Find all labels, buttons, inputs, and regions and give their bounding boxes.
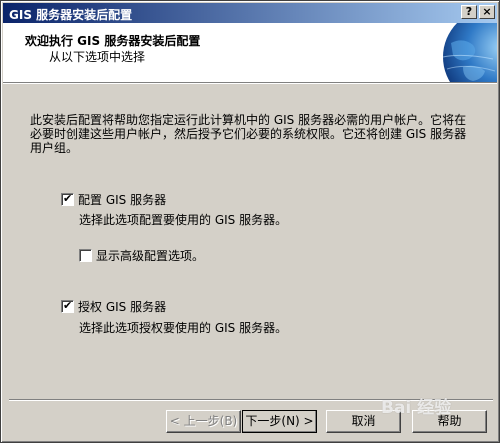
configure-description: 选择此选项配置要使用的 GIS 服务器。 — [79, 213, 288, 227]
advanced-option[interactable]: 显示高级配置选项。 — [79, 247, 204, 264]
close-button[interactable]: × — [479, 5, 495, 19]
back-button[interactable]: < 上一步(B) — [166, 410, 241, 433]
authorize-option[interactable]: ✔ 授权 GIS 服务器 — [61, 298, 166, 315]
watermark-logo: Bai 经验 — [381, 398, 452, 418]
title-bar[interactable]: GIS 服务器安装后配置 ? × — [3, 3, 497, 23]
advanced-checkbox[interactable] — [79, 249, 92, 262]
configure-checkbox[interactable]: ✔ — [61, 192, 74, 206]
header-separator — [3, 82, 497, 84]
header-subtitle: 从以下选项中选择 — [49, 50, 146, 64]
authorize-label[interactable]: 授权 GIS 服务器 — [78, 298, 166, 315]
configure-option[interactable]: ✔ 配置 GIS 服务器 — [61, 191, 166, 208]
intro-text: 此安装后配置将帮助您指定运行此计算机中的 GIS 服务器必需的用户帐户。它将在必… — [30, 113, 467, 155]
globe-icon — [442, 23, 497, 82]
help-title-button[interactable]: ? — [461, 5, 477, 19]
check-mark-icon: ✔ — [63, 192, 73, 205]
dialog-window: GIS 服务器安装后配置 ? × 欢迎执行 GIS 服务器安装后配置 从以下选项… — [0, 0, 500, 443]
authorize-description: 选择此选项授权要使用的 GIS 服务器。 — [79, 321, 288, 335]
check-mark-icon: ✔ — [63, 299, 73, 312]
advanced-label[interactable]: 显示高级配置选项。 — [96, 247, 204, 264]
next-button[interactable]: 下一步(N) > — [242, 410, 317, 433]
header-title: 欢迎执行 GIS 服务器安装后配置 — [25, 34, 201, 48]
wizard-header: 欢迎执行 GIS 服务器安装后配置 从以下选项中选择 — [3, 23, 497, 82]
configure-label[interactable]: 配置 GIS 服务器 — [78, 191, 166, 208]
authorize-checkbox[interactable]: ✔ — [61, 299, 74, 313]
window-title: GIS 服务器安装后配置 — [9, 8, 133, 22]
